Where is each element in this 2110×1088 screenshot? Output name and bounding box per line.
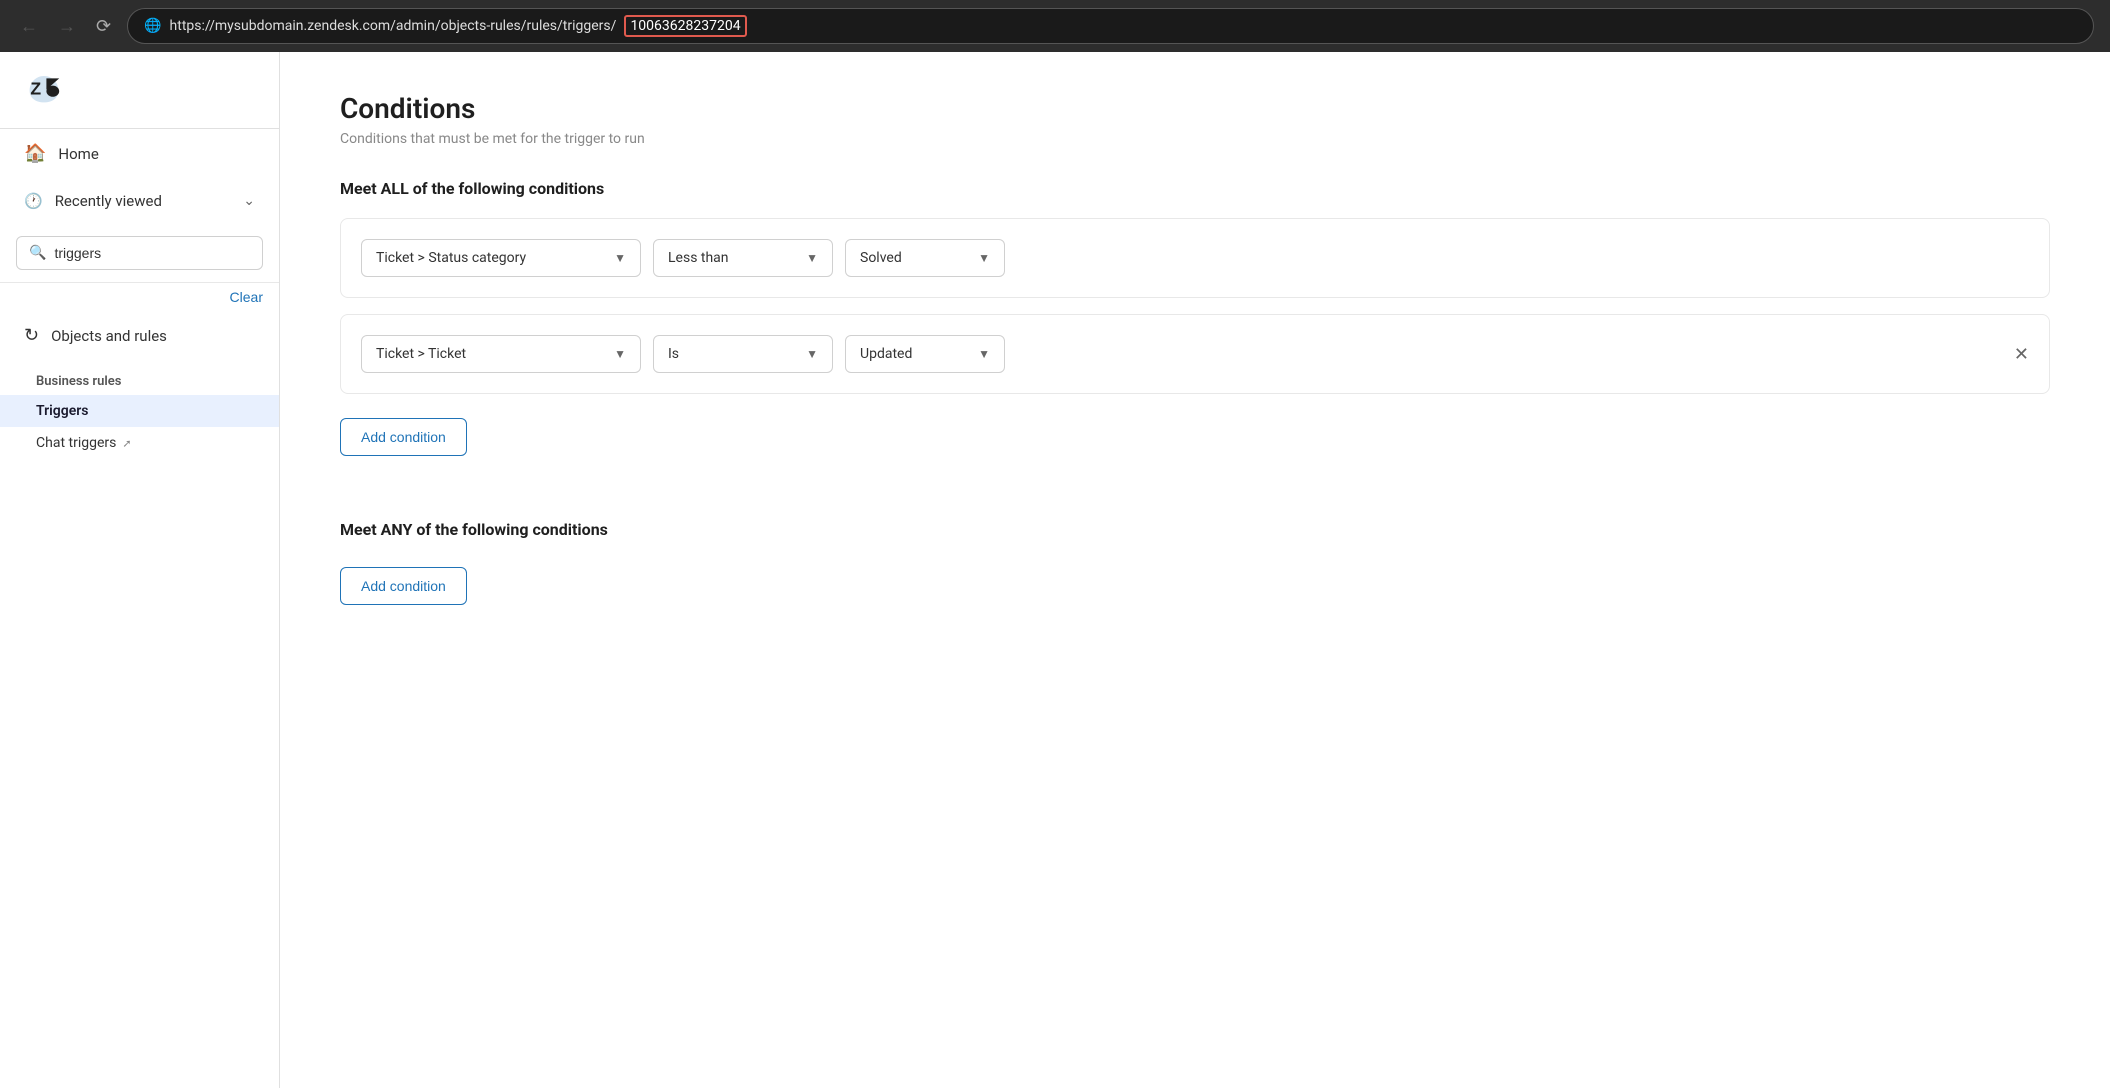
all-conditions-title: Meet ALL of the following conditions	[340, 179, 2050, 198]
recently-viewed-label: Recently viewed	[55, 192, 162, 210]
chevron-down-icon-3: ▼	[978, 251, 990, 265]
condition-row-1: Ticket > Status category ▼ Less than ▼ S…	[340, 218, 2050, 298]
logo-area: Z	[0, 52, 279, 129]
url-prefix: https://mysubdomain.zendesk.com/admin/ob…	[170, 18, 617, 34]
search-container: 🔍	[0, 224, 279, 283]
search-icon: 🔍	[29, 245, 46, 261]
chevron-down-icon-4: ▼	[614, 347, 626, 361]
condition2-remove-button[interactable]: ✕	[2010, 341, 2033, 367]
sidebar-item-home[interactable]: 🏠 Home	[0, 129, 279, 178]
back-button[interactable]: ←	[16, 13, 42, 39]
chevron-down-icon-2: ▼	[806, 251, 818, 265]
home-icon: 🏠	[24, 143, 46, 164]
search-input[interactable]	[54, 245, 250, 261]
address-bar[interactable]: 🌐 https://mysubdomain.zendesk.com/admin/…	[127, 8, 2094, 44]
clear-button[interactable]: Clear	[0, 283, 279, 311]
any-conditions-title: Meet ANY of the following conditions	[340, 520, 2050, 539]
sidebar-item-recently-viewed[interactable]: 🕐 Recently viewed ⌄	[0, 178, 279, 224]
page-subtitle: Conditions that must be met for the trig…	[340, 131, 2050, 147]
chevron-down-icon: ⌄	[243, 193, 255, 209]
objects-rules-label: Objects and rules	[51, 327, 167, 345]
sidebar-home-label: Home	[58, 145, 98, 163]
condition1-operator-select[interactable]: Less than ▼	[653, 239, 833, 277]
chat-triggers-label: Chat triggers	[36, 435, 116, 451]
objects-rules-icon: ↻	[24, 325, 39, 346]
triggers-label: Triggers	[36, 403, 89, 419]
condition2-field-label: Ticket > Ticket	[376, 346, 466, 362]
search-wrapper: 🔍	[16, 236, 263, 270]
add-condition-all-label: Add condition	[361, 429, 446, 445]
all-conditions-section: Meet ALL of the following conditions Tic…	[340, 179, 2050, 496]
condition2-field-select[interactable]: Ticket > Ticket ▼	[361, 335, 641, 373]
sidebar-item-chat-triggers[interactable]: Chat triggers ➚	[0, 427, 279, 459]
svg-text:Z: Z	[30, 78, 41, 98]
condition2-value-select[interactable]: Updated ▼	[845, 335, 1005, 373]
add-condition-all-button[interactable]: Add condition	[340, 418, 467, 456]
globe-icon: 🌐	[144, 18, 161, 34]
condition2-operator-select[interactable]: Is ▼	[653, 335, 833, 373]
add-condition-any-label: Add condition	[361, 578, 446, 594]
condition1-operator-label: Less than	[668, 250, 729, 266]
browser-chrome: ← → ⟳ 🌐 https://mysubdomain.zendesk.com/…	[0, 0, 2110, 52]
add-condition-any-button[interactable]: Add condition	[340, 567, 467, 605]
page-title: Conditions	[340, 92, 2050, 125]
condition1-field-label: Ticket > Status category	[376, 250, 526, 266]
sidebar-item-objects-rules[interactable]: ↻ Objects and rules	[0, 311, 279, 360]
condition2-operator-label: Is	[668, 346, 679, 362]
url-id: 10063628237204	[624, 15, 746, 37]
business-rules-label: Business rules	[0, 368, 279, 395]
condition1-field-select[interactable]: Ticket > Status category ▼	[361, 239, 641, 277]
chevron-down-icon-1: ▼	[614, 251, 626, 265]
any-conditions-section: Meet ANY of the following conditions Add…	[340, 520, 2050, 645]
chevron-down-icon-5: ▼	[806, 347, 818, 361]
zendesk-logo: Z	[24, 72, 64, 104]
forward-button[interactable]: →	[54, 13, 80, 39]
sidebar-item-triggers[interactable]: Triggers	[0, 395, 279, 427]
sidebar-sub-section: Business rules Triggers Chat triggers ➚	[0, 360, 279, 467]
refresh-button[interactable]: ⟳	[92, 13, 115, 39]
chevron-down-icon-6: ▼	[978, 347, 990, 361]
external-link-icon: ➚	[122, 437, 131, 450]
condition1-value-select[interactable]: Solved ▼	[845, 239, 1005, 277]
clock-icon: 🕐	[24, 192, 43, 210]
app-container: Z 🏠 Home 🕐 Recently viewed ⌄ 🔍 Clear ↻	[0, 52, 2110, 1088]
condition2-value-label: Updated	[860, 346, 912, 362]
sidebar: Z 🏠 Home 🕐 Recently viewed ⌄ 🔍 Clear ↻	[0, 52, 280, 1088]
condition-row-2: Ticket > Ticket ▼ Is ▼ Updated ▼ ✕	[340, 314, 2050, 394]
condition1-value-label: Solved	[860, 250, 902, 266]
recently-viewed-left: 🕐 Recently viewed	[24, 192, 162, 210]
main-content: Conditions Conditions that must be met f…	[280, 52, 2110, 1088]
